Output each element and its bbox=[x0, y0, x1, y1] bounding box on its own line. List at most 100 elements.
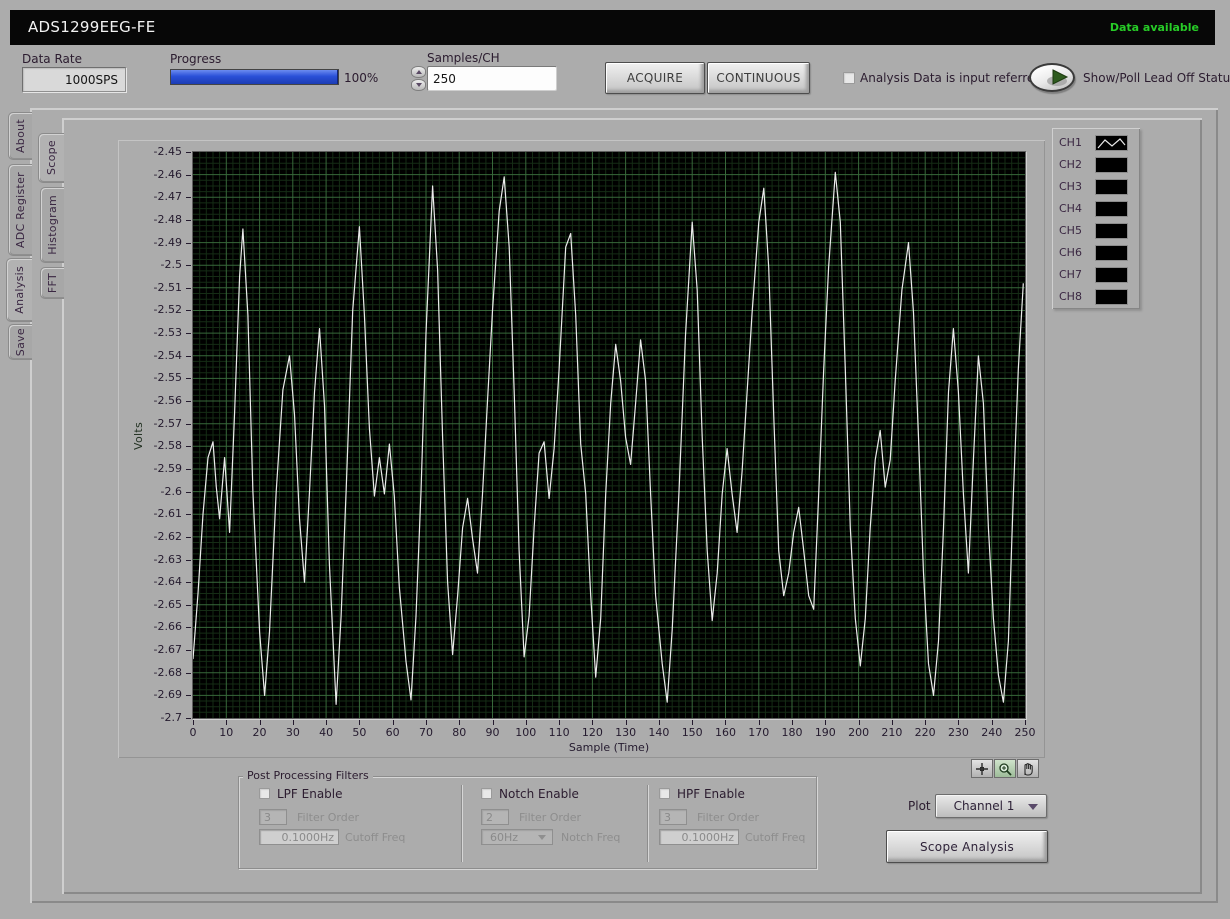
waveform-plot-area[interactable] bbox=[192, 151, 1026, 719]
lpf-cutoff-freq-field[interactable]: 0.1000Hz bbox=[259, 829, 339, 845]
x-tick-mark bbox=[525, 720, 527, 725]
lpf-cutoff-freq-label: Cutoff Freq bbox=[345, 831, 406, 844]
x-tick-label: 70 bbox=[418, 726, 433, 739]
notch-freq-dropdown[interactable]: 60Hz bbox=[481, 829, 553, 845]
y-tick-label: -2.5 bbox=[160, 258, 182, 272]
legend-label: CH5 bbox=[1059, 224, 1082, 237]
lpf-enable-checkbox[interactable] bbox=[259, 788, 270, 799]
filters-divider-2 bbox=[647, 785, 648, 862]
y-tick-mark bbox=[186, 695, 191, 697]
legend-label: CH2 bbox=[1059, 158, 1082, 171]
tab-analysis[interactable]: Analysis bbox=[6, 258, 32, 322]
hpf-enable-checkbox[interactable] bbox=[659, 788, 670, 799]
spinner-down-button[interactable] bbox=[411, 79, 426, 91]
samples-spinner[interactable] bbox=[411, 66, 426, 91]
ch5-plot-swatch[interactable] bbox=[1095, 223, 1128, 239]
spinner-up-button[interactable] bbox=[411, 66, 426, 78]
legend-label: CH7 bbox=[1059, 268, 1082, 281]
ch1-plot-swatch[interactable] bbox=[1095, 135, 1128, 151]
hand-icon bbox=[1024, 762, 1033, 776]
x-tick-label: 10 bbox=[219, 726, 234, 739]
ch7-plot-swatch[interactable] bbox=[1095, 267, 1128, 283]
x-tick-mark bbox=[392, 720, 394, 725]
legend-row-ch8[interactable]: CH8 bbox=[1052, 286, 1140, 308]
ch3-plot-swatch[interactable] bbox=[1095, 179, 1128, 195]
x-tick-label: 0 bbox=[189, 726, 197, 739]
y-tick-label: -2.62 bbox=[153, 529, 182, 543]
y-tick-mark bbox=[186, 333, 191, 335]
legend-row-ch2[interactable]: CH2 bbox=[1052, 154, 1140, 176]
ch2-plot-swatch[interactable] bbox=[1095, 157, 1128, 173]
x-tick-label: 110 bbox=[548, 726, 570, 739]
ch6-plot-swatch[interactable] bbox=[1095, 245, 1128, 261]
x-tick-label: 50 bbox=[352, 726, 367, 739]
tab-fft-label: FFT bbox=[46, 272, 59, 294]
tab-adc-register[interactable]: ADC Register bbox=[8, 164, 32, 256]
progress-bar bbox=[170, 69, 339, 85]
x-tick-mark bbox=[359, 720, 361, 725]
x-tick-mark bbox=[792, 720, 794, 725]
scope-analysis-button[interactable]: Scope Analysis bbox=[886, 830, 1048, 863]
y-tick-mark bbox=[186, 672, 191, 674]
cursor-tool-button[interactable] bbox=[971, 759, 993, 778]
lpf-filter-order-field[interactable]: 3 bbox=[259, 809, 287, 825]
crosshair-icon bbox=[976, 762, 988, 775]
lpf-filter-order-label: Filter Order bbox=[297, 811, 359, 824]
tab-fft[interactable]: FFT bbox=[40, 267, 64, 299]
x-tick-label: 160 bbox=[714, 726, 736, 739]
ch4-plot-swatch[interactable] bbox=[1095, 201, 1128, 217]
samples-per-ch-input[interactable]: 250 bbox=[427, 66, 557, 91]
hpf-filter-order-field[interactable]: 3 bbox=[659, 809, 687, 825]
x-tick-mark bbox=[758, 720, 760, 725]
legend-row-ch5[interactable]: CH5 bbox=[1052, 220, 1140, 242]
tab-about[interactable]: About bbox=[8, 112, 32, 160]
lead-off-status-label: Show/Poll Lead Off Status bbox=[1083, 71, 1230, 85]
y-tick-mark bbox=[186, 468, 191, 470]
acquire-button[interactable]: ACQUIRE bbox=[605, 62, 705, 94]
lead-off-status-button[interactable] bbox=[1029, 63, 1075, 92]
legend-row-ch1[interactable]: CH1 bbox=[1052, 132, 1140, 154]
x-tick-label: 90 bbox=[485, 726, 500, 739]
title-bar: ADS1299EEG-FE Data available bbox=[10, 10, 1215, 45]
y-tick-mark bbox=[186, 378, 191, 380]
analysis-input-referred-checkbox[interactable] bbox=[843, 72, 855, 84]
y-tick-label: -2.54 bbox=[153, 348, 182, 362]
samples-per-ch-label: Samples/CH bbox=[427, 51, 500, 65]
zoom-tool-button[interactable] bbox=[994, 759, 1016, 778]
hpf-cutoff-freq-field[interactable]: 0.1000Hz bbox=[659, 829, 739, 845]
x-tick-mark bbox=[858, 720, 860, 725]
tab-save[interactable]: Save bbox=[8, 324, 32, 360]
notch-filter-order-field[interactable]: 2 bbox=[481, 809, 509, 825]
x-tick-label: 200 bbox=[848, 726, 870, 739]
legend-row-ch3[interactable]: CH3 bbox=[1052, 176, 1140, 198]
y-tick-label: -2.55 bbox=[153, 371, 182, 385]
plot-channel-dropdown[interactable]: Channel 1 bbox=[935, 794, 1047, 818]
y-tick-label: -2.45 bbox=[153, 145, 182, 158]
legend-row-ch7[interactable]: CH7 bbox=[1052, 264, 1140, 286]
tab-histogram-label: Histogram bbox=[46, 195, 59, 255]
x-tick-label: 130 bbox=[615, 726, 637, 739]
legend-row-ch6[interactable]: CH6 bbox=[1052, 242, 1140, 264]
tab-histogram[interactable]: Histogram bbox=[40, 187, 64, 263]
hpf-filter-card: HPF Enable 3 Filter Order 0.1000Hz Cutof… bbox=[657, 777, 815, 868]
x-tick-label: 230 bbox=[947, 726, 969, 739]
y-tick-mark bbox=[186, 197, 191, 199]
y-tick-mark bbox=[186, 423, 191, 425]
ch8-plot-swatch[interactable] bbox=[1095, 289, 1128, 305]
pan-tool-button[interactable] bbox=[1017, 759, 1039, 778]
y-tick-mark bbox=[186, 604, 191, 606]
ch1-waveform-icon bbox=[1097, 138, 1126, 149]
continuous-button[interactable]: CONTINUOUS bbox=[707, 62, 810, 94]
y-tick-mark bbox=[186, 242, 191, 244]
y-tick-mark bbox=[186, 265, 191, 267]
tab-scope[interactable]: Scope bbox=[38, 133, 64, 183]
x-tick-mark bbox=[958, 720, 960, 725]
notch-enable-checkbox[interactable] bbox=[481, 788, 492, 799]
legend-label: CH6 bbox=[1059, 246, 1082, 259]
y-tick-label: -2.46 bbox=[153, 167, 182, 181]
y-tick-mark bbox=[186, 219, 191, 221]
y-tick-label: -2.67 bbox=[153, 643, 182, 657]
legend-row-ch4[interactable]: CH4 bbox=[1052, 198, 1140, 220]
notch-enable-label: Notch Enable bbox=[499, 787, 579, 801]
x-tick-mark bbox=[825, 720, 827, 725]
